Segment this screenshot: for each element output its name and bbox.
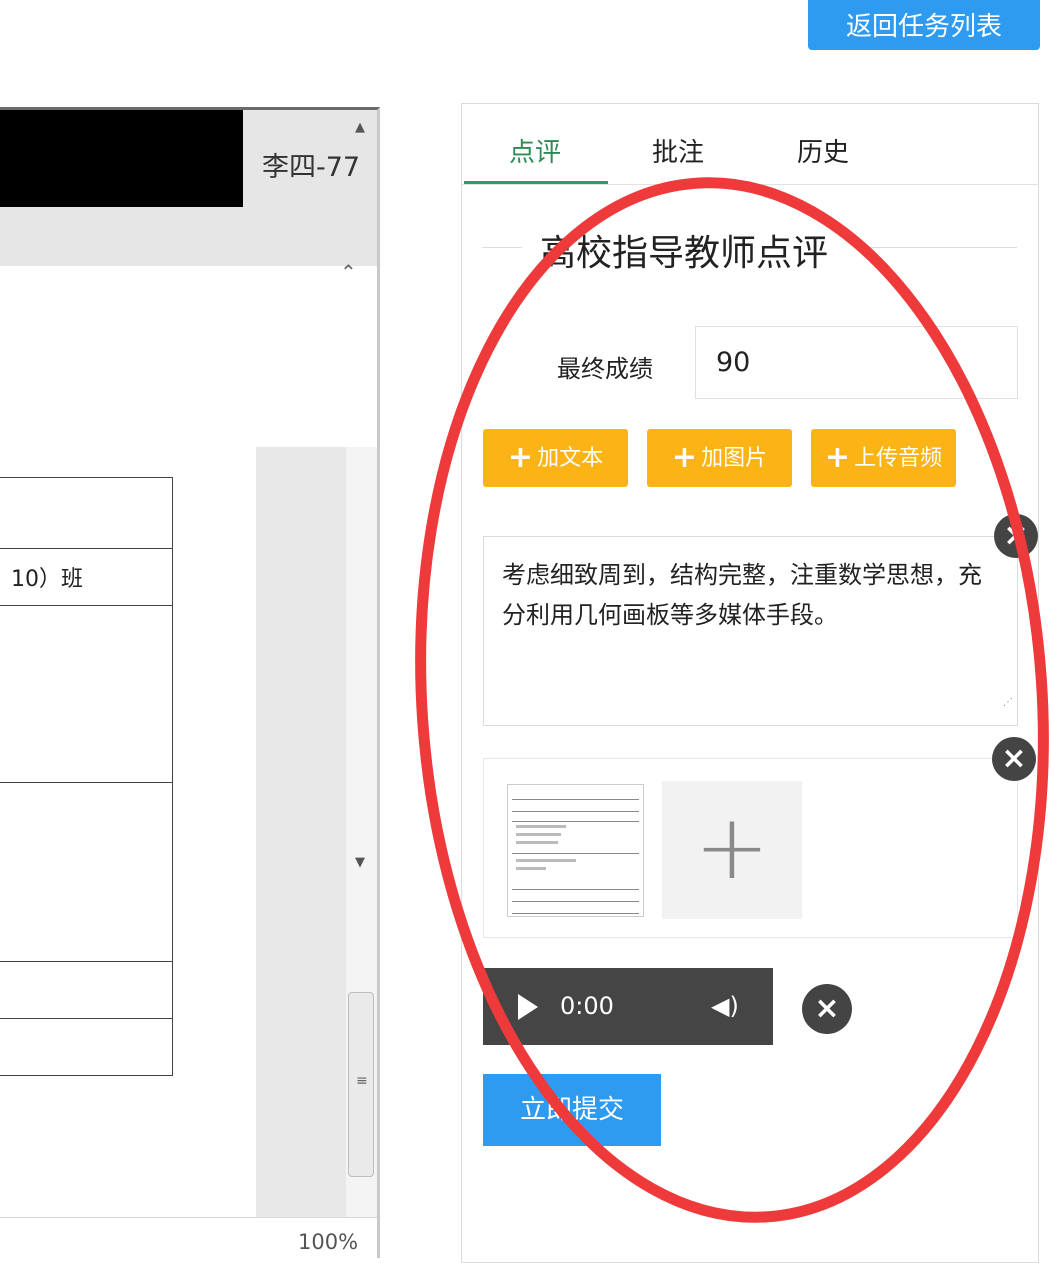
plus-icon: + (507, 440, 534, 475)
image-attachments: + (483, 758, 1018, 938)
table-row (0, 477, 173, 549)
table-row: 10）班 (0, 548, 173, 606)
resize-handle-icon[interactable]: ⋰ (1003, 683, 1013, 723)
collapse-caret-icon[interactable]: ⌃ (340, 260, 357, 284)
volume-icon[interactable]: ◀) (711, 992, 739, 1020)
page-gutter (256, 447, 346, 1217)
document-viewer: 李四-77 ⌃ 10）班 ≡ ▲ ▼ 100% (0, 107, 380, 1262)
active-tab-indicator (464, 181, 608, 184)
scroll-down-icon[interactable]: ▼ (355, 855, 365, 870)
vertical-scrollbar[interactable]: ≡ (346, 447, 377, 1217)
add-image-button[interactable]: + 加图片 (647, 429, 792, 487)
audio-player[interactable]: 0:00 ◀) (483, 968, 773, 1045)
section-divider (482, 247, 522, 248)
zoom-level: 100% (298, 1230, 359, 1254)
student-name-label: 李四-77 (262, 152, 361, 183)
plus-icon: + (671, 440, 698, 475)
upload-audio-button[interactable]: + 上传音频 (811, 429, 956, 487)
table-row (0, 605, 173, 783)
section-title: 高校指导教师点评 (540, 233, 829, 274)
remove-audio-close-icon[interactable]: × (802, 984, 852, 1034)
plus-icon: + (694, 795, 770, 900)
viewer-header: 李四-77 (0, 110, 377, 266)
table-row (0, 782, 173, 962)
section-divider (857, 247, 1017, 248)
document-table: 10）班 (0, 477, 173, 1076)
score-label: 最终成绩 (557, 355, 653, 383)
play-icon[interactable] (518, 994, 538, 1020)
comment-text: 考虑细致周到，结构完整，注重数学思想，充分利用几何画板等多媒体手段。 (502, 561, 982, 629)
scrollbar-thumb[interactable]: ≡ (348, 992, 374, 1177)
add-text-button[interactable]: + 加文本 (483, 429, 628, 487)
tab-review[interactable]: 点评 (509, 132, 561, 169)
attached-image-thumbnail[interactable] (507, 784, 644, 917)
tab-history[interactable]: 历史 (797, 132, 849, 169)
return-to-task-list-button[interactable]: 返回任务列表 (808, 0, 1040, 50)
redacted-block (0, 110, 243, 207)
audio-time: 0:00 (560, 992, 614, 1020)
table-row (0, 1018, 173, 1076)
comment-textarea[interactable]: 考虑细致周到，结构完整，注重数学思想，充分利用几何画板等多媒体手段。 ⋰ (483, 536, 1018, 726)
scroll-up-icon[interactable]: ▲ (355, 120, 365, 135)
remove-image-close-icon[interactable]: × (992, 737, 1036, 781)
status-bar: 100% (0, 1217, 377, 1262)
submit-button[interactable]: 立即提交 (483, 1074, 661, 1146)
table-row (0, 961, 173, 1019)
add-image-tile[interactable]: + (662, 781, 802, 919)
review-panel: 点评 批注 历史 高校指导教师点评 最终成绩 90 + 加文本 + 加图片 + 上传音… (461, 103, 1039, 1263)
plus-icon: + (824, 440, 851, 475)
tabs-divider (462, 184, 1038, 185)
grip-icon: ≡ (356, 1073, 368, 1089)
document-page: 10）班 (0, 447, 256, 1217)
final-score-input[interactable]: 90 (695, 326, 1018, 399)
tab-annotate[interactable]: 批注 (652, 132, 704, 169)
remove-text-close-icon[interactable]: × (994, 514, 1038, 558)
